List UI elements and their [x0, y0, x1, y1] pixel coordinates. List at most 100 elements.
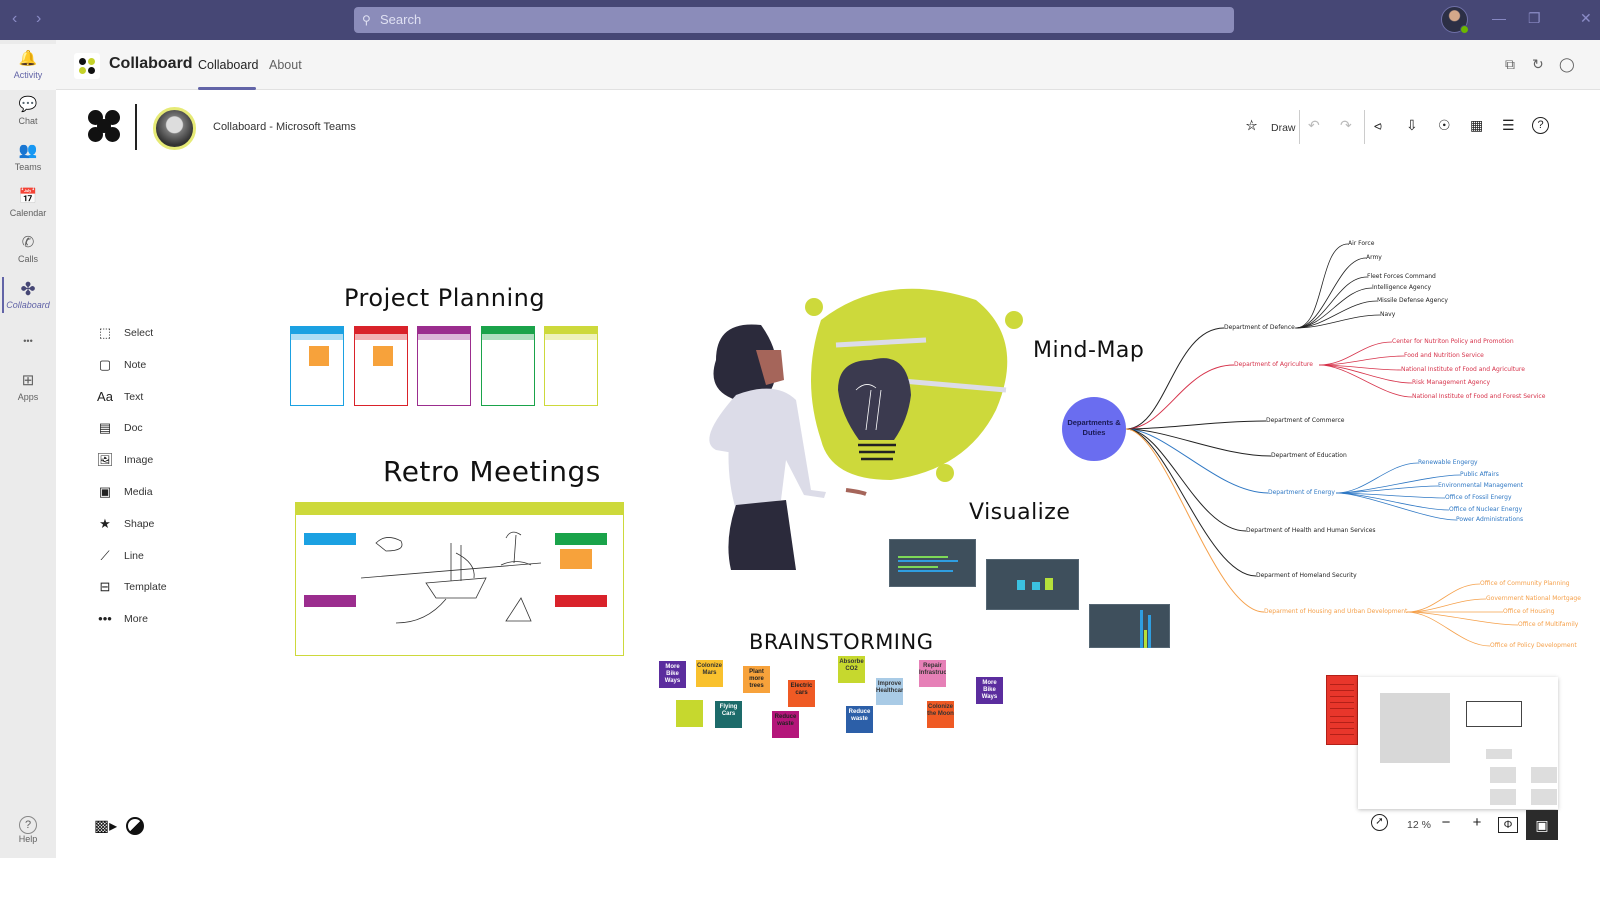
refresh-icon[interactable]: ↻ — [1532, 56, 1544, 73]
sticky-note[interactable]: More Bike Ways — [976, 677, 1003, 704]
sticky-note[interactable]: More Bike Ways — [659, 661, 686, 688]
teams-icon: 👥 — [18, 142, 38, 159]
close-icon[interactable]: ✕ — [1580, 10, 1592, 27]
collaboard-icon: ✤ — [20, 279, 36, 299]
search-placeholder: Search — [380, 12, 422, 27]
fit-icon[interactable]: Φ — [1498, 817, 1518, 833]
app-name: Collaboard — [109, 55, 193, 72]
mind-map-leaf[interactable]: Fleet Forces Command — [1367, 273, 1436, 280]
sticky-note[interactable]: Electric cars — [788, 680, 815, 707]
whiteboard-canvas[interactable]: Collaboard - Microsoft Teams ⛦ Draw ↶ ↷ … — [56, 90, 1600, 858]
mind-map-branch-line — [1125, 428, 1247, 532]
sticky-note[interactable]: Improve Healthcare — [876, 678, 903, 705]
sticky-note[interactable]: Flying Cars — [715, 701, 742, 728]
mind-map-branch[interactable]: Department of Agriculture — [1234, 361, 1313, 368]
mind-map-branch[interactable]: Department of Energy — [1268, 489, 1335, 496]
mind-map-leaf[interactable]: Public Affairs — [1460, 471, 1499, 478]
sticky-note[interactable]: Colonize Mars — [696, 660, 723, 687]
rail-item-calls[interactable]: ✆ Calls — [0, 228, 56, 274]
chart-thumbnail[interactable] — [889, 539, 976, 587]
chart-thumbnail[interactable] — [986, 559, 1079, 610]
mind-map-leaf[interactable]: Office of Community Planning — [1480, 580, 1570, 587]
mind-map-branch[interactable]: Department of Health and Human Services — [1246, 527, 1376, 534]
sticky-note[interactable]: Repair Infrastructure — [919, 660, 946, 687]
mind-map-leaf[interactable]: Risk Management Agency — [1412, 379, 1490, 386]
sticky-note[interactable] — [676, 700, 703, 727]
compass-icon[interactable]: ➚ — [1371, 814, 1388, 831]
theme-icon[interactable] — [126, 817, 144, 835]
sticky-note[interactable]: Reduce waste — [772, 711, 799, 738]
minimap-region — [1490, 789, 1516, 805]
mind-map-child-line — [1406, 583, 1481, 613]
mind-map-leaf[interactable]: Office of Nuclear Energy — [1449, 506, 1522, 513]
mind-map-branch[interactable]: Department of Education — [1271, 452, 1347, 459]
mind-map-leaf[interactable]: Environmental Management — [1438, 482, 1523, 489]
mind-map-leaf[interactable]: National Institute of Food and Agricultu… — [1401, 366, 1525, 373]
mind-map-leaf[interactable]: Power Administrations — [1456, 516, 1523, 523]
search-input[interactable]: ⚲ Search — [354, 7, 1234, 33]
rail-item-collaboard[interactable]: ✤ Collaboard — [0, 274, 56, 320]
mind-map-branch[interactable]: Deparment of Housing and Urban Developme… — [1264, 608, 1407, 615]
chat-icon: 💬 — [18, 96, 38, 113]
door-image[interactable] — [1326, 675, 1358, 745]
rail-item-chat[interactable]: 💬 Chat — [0, 90, 56, 136]
mind-map-leaf[interactable]: Government National Mortgage — [1486, 595, 1581, 602]
zoom-out-icon[interactable]: − — [1435, 814, 1457, 831]
minimap-toggle-icon[interactable]: ▣ — [1526, 810, 1558, 840]
section-title-visualize: Visualize — [969, 500, 1071, 525]
collaboard-app-logo — [74, 53, 100, 79]
mind-map-leaf[interactable]: Office of Policy Development — [1490, 642, 1577, 649]
rail-item-help[interactable]: ? Help — [0, 812, 56, 858]
title-bar: ‹ › ⚲ Search — ❐ ✕ — [0, 0, 1600, 40]
popout-icon[interactable]: ⧉ — [1505, 56, 1515, 73]
rail-item-apps[interactable]: ⊞ Apps — [0, 366, 56, 412]
mind-map-leaf[interactable]: Missile Defense Agency — [1377, 297, 1448, 304]
rail-item-activity[interactable]: 🔔 Activity — [0, 44, 56, 90]
bell-icon: 🔔 — [18, 50, 38, 67]
mind-map-leaf[interactable]: National Institute of Food and Forest Se… — [1412, 393, 1545, 400]
tab-collaboard[interactable]: Collaboard — [198, 58, 258, 72]
mind-map-branch[interactable]: Department of Defence — [1224, 324, 1295, 331]
mind-map-leaf[interactable]: Renewable Engergy — [1418, 459, 1478, 466]
chart-thumbnail[interactable] — [1089, 604, 1170, 648]
mind-map-branch[interactable]: Department of Commerce — [1266, 417, 1344, 424]
minimap[interactable] — [1358, 677, 1558, 809]
sticky-note[interactable]: Reduce waste — [846, 706, 873, 733]
user-avatar[interactable] — [1441, 6, 1469, 34]
tab-about[interactable]: About — [269, 58, 302, 72]
more-icon: ••• — [23, 336, 33, 346]
phone-icon: ✆ — [21, 234, 35, 251]
mind-map-child-line — [1295, 243, 1349, 329]
mind-map-branch-line — [1125, 428, 1265, 613]
app-rail: 🔔 Activity 💬 Chat 👥 Teams 📅 Calendar ✆ C… — [0, 40, 56, 858]
mind-map-leaf[interactable]: Office of Multifamily — [1518, 621, 1578, 628]
mind-map-leaf[interactable]: Food and Nutrition Service — [1404, 352, 1484, 359]
mind-map-leaf[interactable]: Center for Nutriton Policy and Promotion — [1392, 338, 1514, 345]
mind-map-branch[interactable]: Deparment of Homeland Security — [1256, 572, 1357, 579]
app-header: Collaboard Collaboard About ⧉ ↻ ◯ — [56, 40, 1600, 90]
mind-map-branch-line — [1125, 428, 1272, 457]
mind-map-leaf[interactable]: Intelligence Agency — [1372, 284, 1431, 291]
minimap-viewport[interactable] — [1466, 701, 1522, 727]
rail-item-teams[interactable]: 👥 Teams — [0, 136, 56, 182]
video-icon[interactable]: ▩▸ — [94, 816, 117, 836]
shield-icon[interactable]: ◯ — [1559, 56, 1575, 73]
sticky-note[interactable]: Absorbe CO2 — [838, 656, 865, 683]
forward-icon[interactable]: › — [36, 10, 41, 28]
minimap-region — [1531, 767, 1557, 783]
minimize-icon[interactable]: — — [1492, 10, 1506, 26]
sticky-note[interactable]: Plant more trees — [743, 666, 770, 693]
apps-icon: ⊞ — [21, 372, 35, 389]
mind-map-child-line — [1335, 462, 1419, 494]
mind-map-leaf[interactable]: Office of Fossil Energy — [1445, 494, 1512, 501]
zoom-in-icon[interactable]: + — [1466, 814, 1488, 831]
mind-map-leaf[interactable]: Army — [1366, 254, 1382, 261]
maximize-icon[interactable]: ❐ — [1528, 10, 1541, 27]
back-icon[interactable]: ‹ — [12, 10, 17, 28]
mind-map-leaf[interactable]: Navy — [1380, 311, 1395, 318]
help-icon: ? — [19, 816, 37, 834]
mind-map-leaf[interactable]: Air Force — [1348, 240, 1374, 247]
mind-map-leaf[interactable]: Office of Housing — [1503, 608, 1555, 615]
sticky-note[interactable]: Colonize the Moon — [927, 701, 954, 728]
rail-item-calendar[interactable]: 📅 Calendar — [0, 182, 56, 228]
